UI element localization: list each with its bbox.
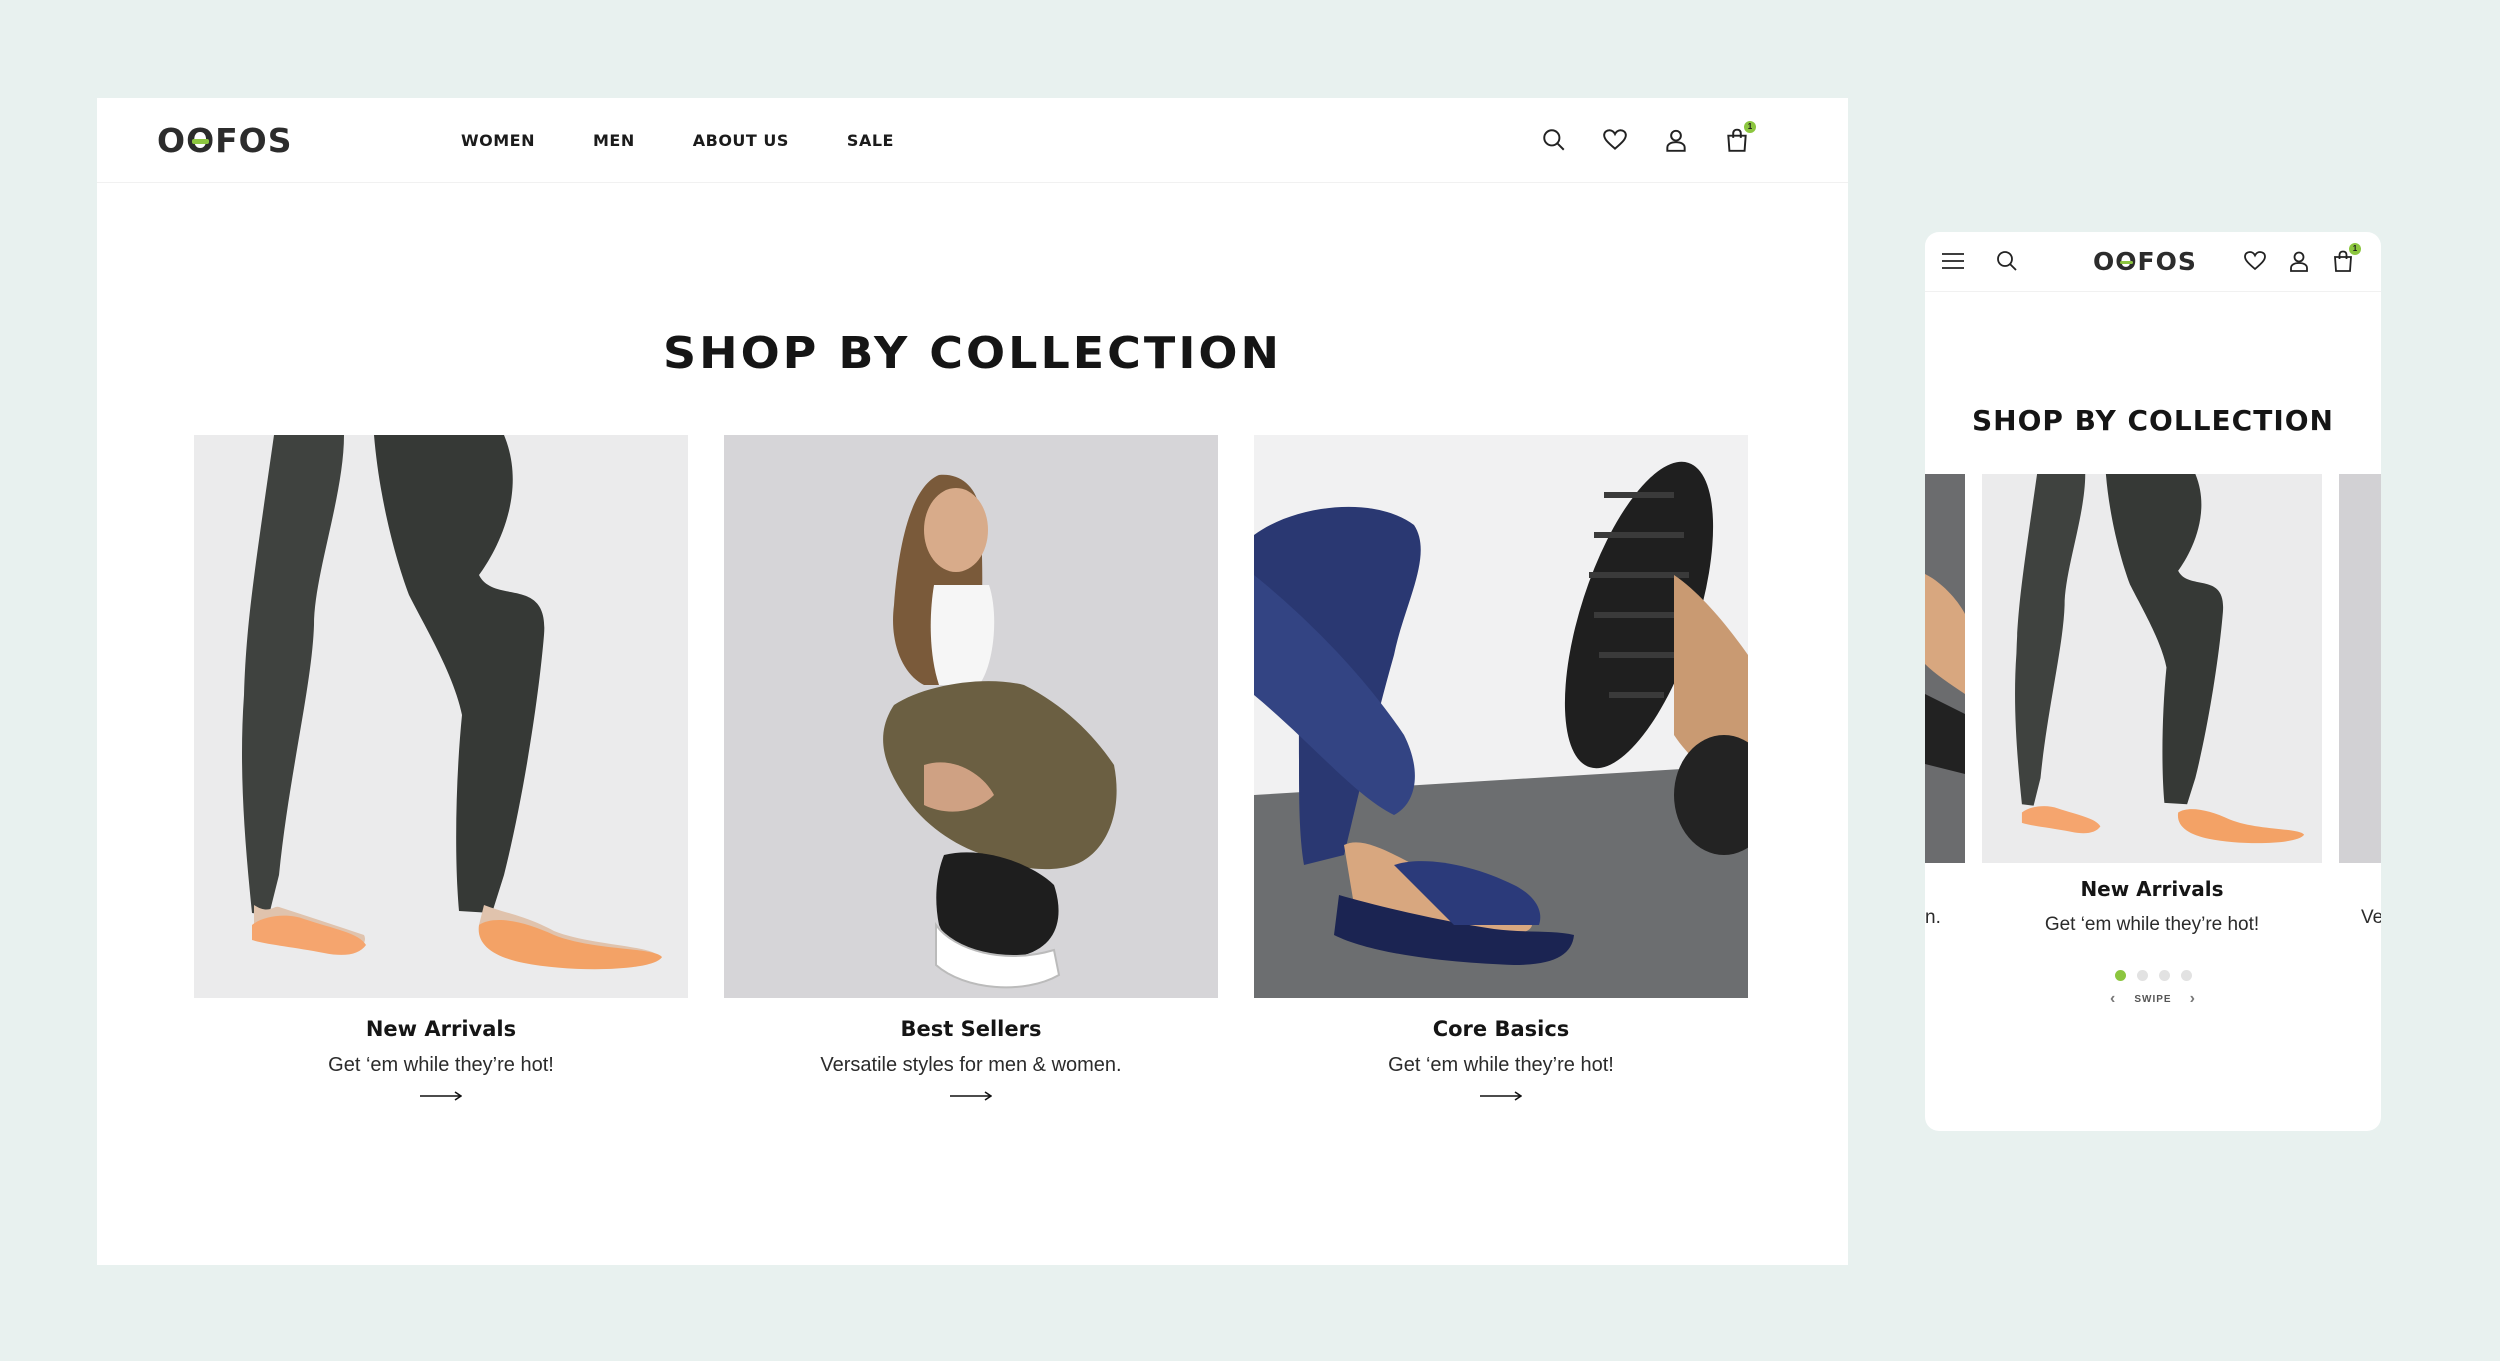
collection-title: New Arrivals <box>365 1017 517 1041</box>
collection-subtitle: Versatile styles for men & women. <box>820 1054 1122 1076</box>
collection-card-new-arrivals[interactable]: New Arrivals Get ‘em while they’re hot! <box>194 435 688 1101</box>
logo-letter-accent: O <box>186 120 216 160</box>
arrow-right-icon[interactable] <box>1480 1091 1522 1101</box>
swipe-label: SWIPE <box>2134 993 2172 1005</box>
logo-letter: O <box>157 120 187 160</box>
arrow-right-icon[interactable] <box>950 1091 992 1101</box>
collection-title: New Arrivals <box>2080 877 2224 901</box>
brand-logo[interactable]: O O FOS <box>157 121 293 160</box>
section-title: SHOP BY COLLECTION <box>662 327 1283 379</box>
logo-letter: O <box>2093 247 2116 276</box>
collection-image-new-arrivals[interactable] <box>194 435 688 998</box>
header-icons: 1 <box>1541 121 1756 153</box>
collection-grid: New Arrivals Get ‘em while they’re hot! … <box>194 435 1748 1101</box>
mobile-header: O O FOS 1 <box>1925 232 2381 292</box>
logo-letter-accent: O <box>2115 247 2138 276</box>
peek-right-text: Ve <box>2361 907 2381 928</box>
chevron-left-icon[interactable]: ‹ <box>2110 990 2116 1008</box>
logo-letters: FOS <box>215 120 293 160</box>
bag-icon[interactable]: 1 <box>2331 243 2361 273</box>
heart-icon[interactable] <box>1602 127 1628 153</box>
main-nav: WOMEN MEN ABOUT US SALE <box>461 131 894 150</box>
nav-men[interactable]: MEN <box>593 131 635 150</box>
nav-women[interactable]: WOMEN <box>461 131 535 150</box>
collection-carousel[interactable]: New Arrivals Get ‘em while they’re hot! <box>1925 474 2381 935</box>
collection-image-new-arrivals[interactable] <box>1982 474 2322 863</box>
collection-subtitle: Get ‘em while they’re hot! <box>2044 914 2260 935</box>
carousel-pagination <box>2115 970 2192 981</box>
user-icon[interactable] <box>2287 249 2311 273</box>
carousel-peek-left[interactable] <box>1925 474 1965 863</box>
search-icon[interactable] <box>1541 127 1567 153</box>
menu-icon[interactable] <box>1941 249 1965 273</box>
bag-icon[interactable]: 1 <box>1724 121 1756 153</box>
pagination-dot[interactable] <box>2181 970 2192 981</box>
pagination-dot[interactable] <box>2137 970 2148 981</box>
pagination-dot-active[interactable] <box>2115 970 2126 981</box>
collection-subtitle: Get ‘em while they’re hot! <box>1388 1054 1614 1076</box>
heart-icon[interactable] <box>2243 249 2267 273</box>
logo-letters: FOS <box>2137 247 2197 276</box>
desktop-page: O O FOS WOMEN MEN ABOUT US SALE 1 SHOP BY … <box>97 98 1848 1265</box>
arrow-right-icon[interactable] <box>420 1091 462 1101</box>
collection-card-core-basics[interactable]: Core Basics Get ‘em while they’re hot! <box>1254 435 1748 1101</box>
collection-card-best-sellers[interactable]: Best Sellers Versatile styles for men & … <box>724 435 1218 1101</box>
search-icon[interactable] <box>1995 249 2019 273</box>
user-icon[interactable] <box>1663 127 1689 153</box>
collection-title: Best Sellers <box>900 1017 1042 1041</box>
chevron-right-icon[interactable]: › <box>2190 990 2196 1008</box>
peek-left-text: n. <box>1925 907 1941 928</box>
carousel-slide-new-arrivals[interactable]: New Arrivals Get ‘em while they’re hot! <box>1982 474 2322 936</box>
collection-subtitle: Get ‘em while they’re hot! <box>328 1054 554 1076</box>
cart-count-badge: 1 <box>1744 121 1756 133</box>
collection-title: Core Basics <box>1432 1017 1570 1041</box>
mobile-page: O O FOS 1 SHOP BY COLLECTION New Arrival… <box>1925 232 2381 1131</box>
nav-sale[interactable]: SALE <box>847 131 894 150</box>
brand-logo[interactable]: O O FOS <box>2093 247 2197 276</box>
nav-about-us[interactable]: ABOUT US <box>693 131 789 150</box>
swipe-control: ‹ SWIPE › <box>1925 990 2381 1008</box>
collection-image-best-sellers[interactable] <box>724 435 1218 998</box>
pagination-dot[interactable] <box>2159 970 2170 981</box>
cart-count-badge: 1 <box>2349 243 2361 255</box>
collection-image-core-basics[interactable] <box>1254 435 1748 998</box>
carousel-peek-right[interactable] <box>2339 474 2381 863</box>
section-title: SHOP BY COLLECTION <box>1972 404 2334 437</box>
desktop-header: O O FOS WOMEN MEN ABOUT US SALE 1 <box>97 98 1848 183</box>
